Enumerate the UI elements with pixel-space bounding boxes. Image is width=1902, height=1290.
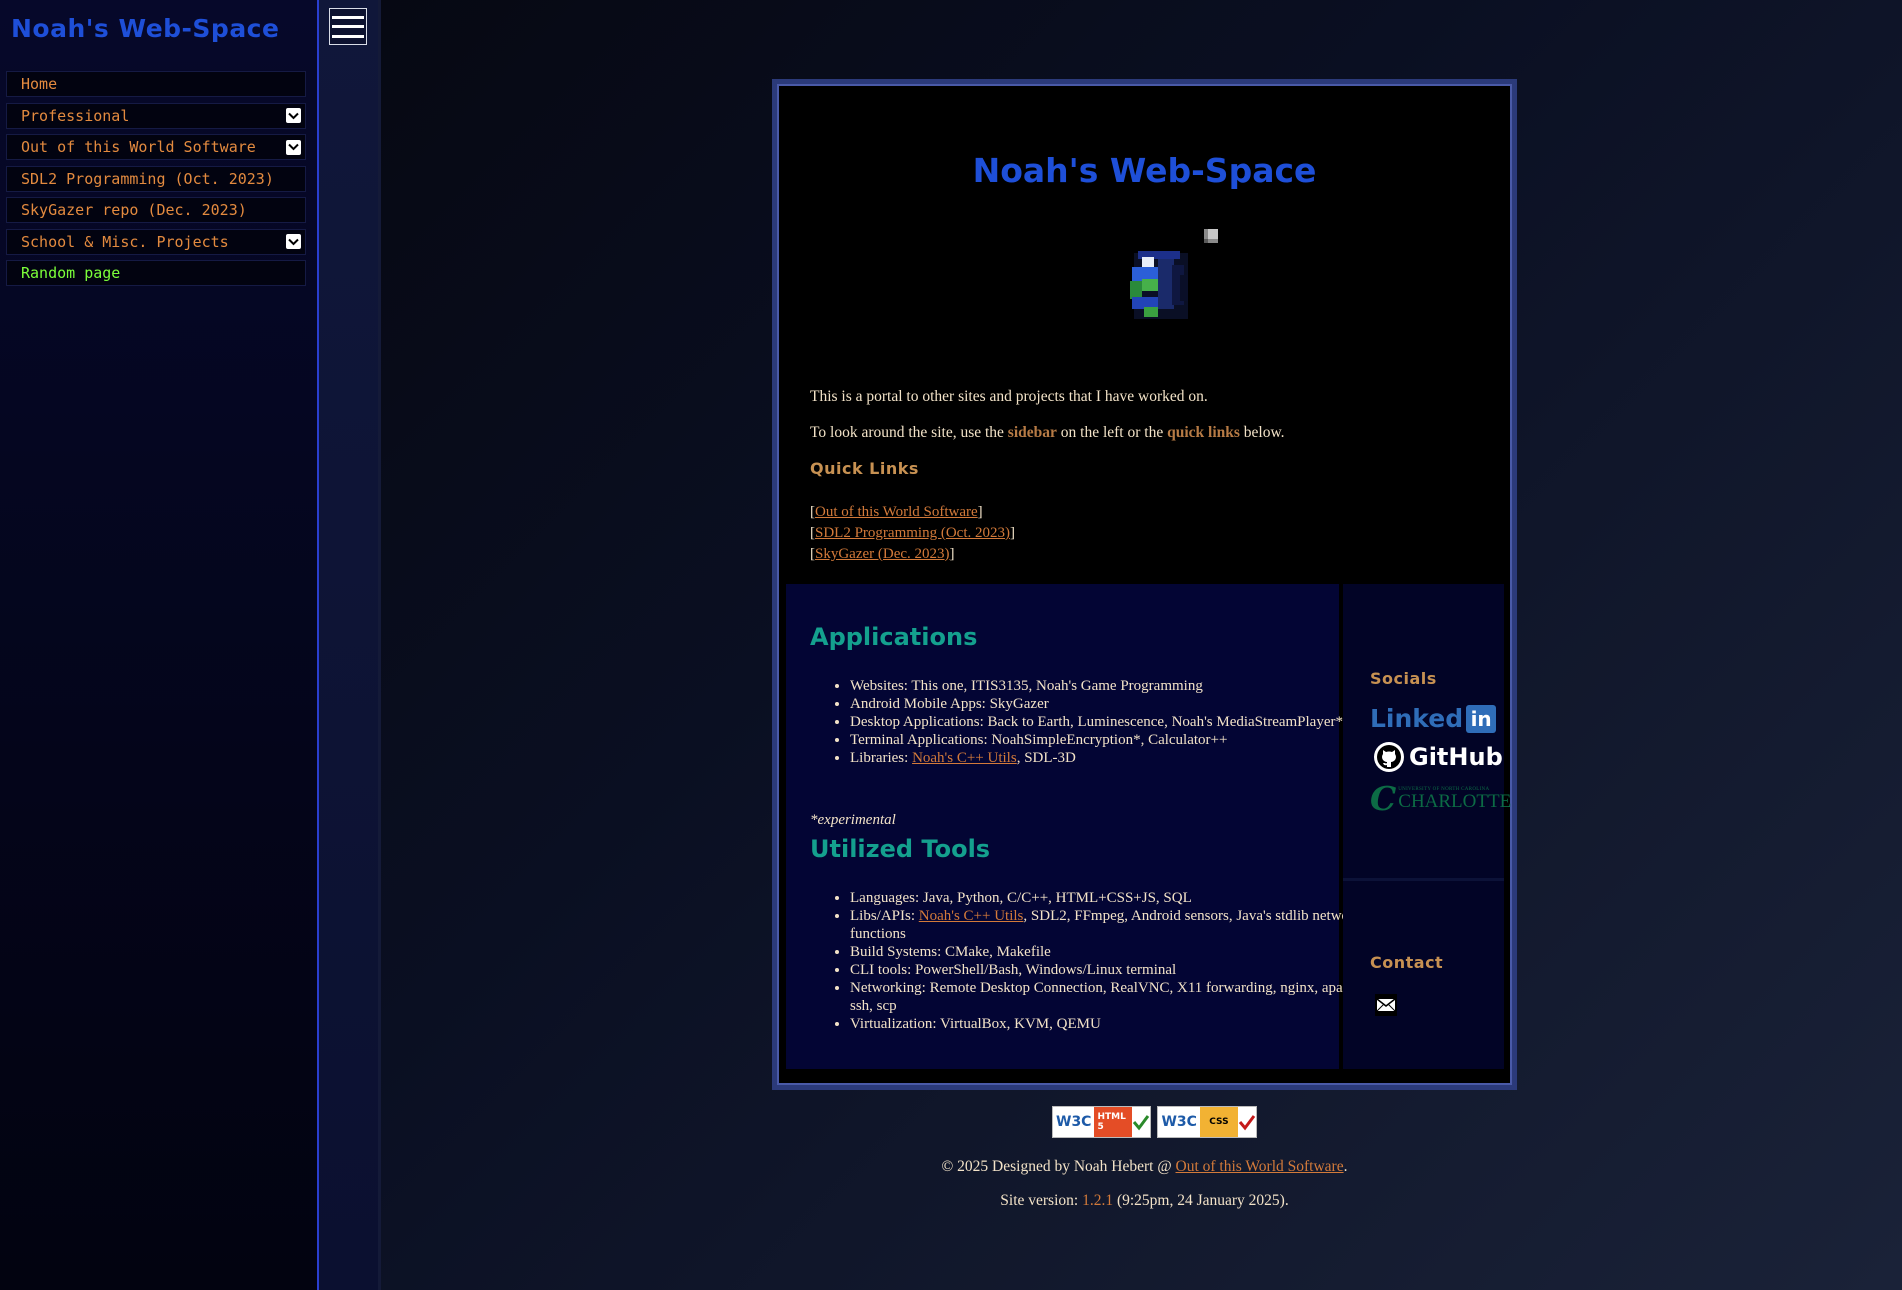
list-item: Terminal Applications: NoahSimpleEncrypt… bbox=[850, 731, 1370, 749]
html5-validator-badge[interactable]: W3C HTML 5 bbox=[1052, 1106, 1152, 1138]
tools-list: Languages: Java, Python, C/C++, HTML+CSS… bbox=[810, 889, 1370, 1033]
validation-badges: W3C HTML 5 W3C CSS bbox=[1052, 1106, 1257, 1138]
list-item: Virtualization: VirtualBox, KVM, QEMU bbox=[850, 1015, 1370, 1033]
tools-heading: Utilized Tools bbox=[810, 835, 991, 863]
divider bbox=[1343, 878, 1504, 881]
chevron-down-icon[interactable] bbox=[286, 108, 301, 123]
projects-panel: Applications Websites: This one, ITIS313… bbox=[786, 584, 1367, 1069]
socials-heading: Socials bbox=[1370, 669, 1437, 688]
quick-links-heading: Quick Links bbox=[810, 459, 919, 478]
page-title: Noah's Web-Space bbox=[972, 151, 1317, 190]
github-icon bbox=[1374, 742, 1404, 772]
site-version: Site version: 1.2.1 (9:25pm, 24 January … bbox=[1000, 1192, 1289, 1209]
quick-link-sdl2[interactable]: SDL2 Programming (Oct. 2023) bbox=[815, 525, 1010, 541]
intro-line-1: This is a portal to other sites and proj… bbox=[810, 388, 1208, 405]
sidebar-item-sdl2[interactable]: SDL2 Programming (Oct. 2023) bbox=[6, 165, 306, 192]
github-logo[interactable]: GitHub bbox=[1373, 741, 1503, 773]
sidebar-item-label: SDL2 Programming (Oct. 2023) bbox=[21, 169, 274, 188]
quick-link-skygazer[interactable]: SkyGazer (Dec. 2023) bbox=[815, 546, 950, 562]
cpp-utils-link[interactable]: Noah's C++ Utils bbox=[912, 750, 1017, 766]
copyright: © 2025 Designed by Noah Hebert @ Out of … bbox=[941, 1158, 1348, 1175]
sidebar-item-out-of-this-world[interactable]: Out of this World Software bbox=[6, 134, 306, 160]
list-item: Networking: Remote Desktop Connection, R… bbox=[850, 979, 1370, 1015]
sidebar-item-label: SkyGazer repo (Dec. 2023) bbox=[21, 201, 247, 219]
list-item: Websites: This one, ITIS3135, Noah's Gam… bbox=[850, 677, 1370, 695]
sidebar-item-label: Out of this World Software bbox=[21, 138, 256, 156]
quick-link-item: [SDL2 Programming (Oct. 2023)] bbox=[810, 525, 1015, 541]
list-item: Build Systems: CMake, Makefile bbox=[850, 943, 1370, 961]
quick-link-item: [SkyGazer (Dec. 2023)] bbox=[810, 546, 955, 562]
sidebar-item-professional[interactable]: Professional bbox=[6, 102, 306, 129]
list-item: Libraries: Noah's C++ Utils, SDL-3D bbox=[850, 749, 1370, 767]
list-item: Libs/APIs: Noah's C++ Utils, SDL2, FFmpe… bbox=[850, 907, 1370, 943]
sidebar-item-label: School & Misc. Projects bbox=[21, 232, 229, 251]
chevron-down-icon[interactable] bbox=[286, 139, 301, 155]
sidebar-item-label: Home bbox=[21, 75, 58, 93]
quick-links-highlight: quick links bbox=[1167, 424, 1240, 442]
sidebar-highlight: sidebar bbox=[1007, 424, 1057, 442]
quick-links-list: [Out of this World Software] [SDL2 Progr… bbox=[810, 502, 1015, 565]
sidebar: Noah's Web-Space Home Professional Out o… bbox=[0, 0, 319, 1290]
sidebar-item-label: Random page bbox=[21, 264, 121, 282]
sidebar-nav: Home Professional Out of this World Soft… bbox=[6, 71, 306, 292]
chevron-down-icon[interactable] bbox=[286, 234, 301, 249]
footer-link-out-of-this-world[interactable]: Out of this World Software bbox=[1176, 1158, 1344, 1175]
sidebar-item-school[interactable]: School & Misc. Projects bbox=[6, 228, 306, 255]
list-item: Desktop Applications: Back to Earth, Lum… bbox=[850, 713, 1370, 731]
intro-text: This is a portal to other sites and proj… bbox=[810, 387, 1490, 459]
list-item: Android Mobile Apps: SkyGazer bbox=[850, 695, 1370, 713]
applications-list: Websites: This one, ITIS3135, Noah's Gam… bbox=[810, 677, 1370, 767]
main-card-inner: Noah's Web-Space This is a portal to oth… bbox=[786, 93, 1511, 1076]
socials-panel: Socials Linked in GitHub C UNIVERSITY OF… bbox=[1343, 584, 1511, 1069]
quick-link-item: [Out of this World Software] bbox=[810, 504, 983, 520]
hamburger-icon[interactable] bbox=[329, 8, 367, 45]
quick-link-out-of-this-world[interactable]: Out of this World Software bbox=[815, 504, 978, 520]
globe-icon bbox=[1130, 229, 1218, 319]
site-title[interactable]: Noah's Web-Space bbox=[11, 14, 279, 43]
list-item: Languages: Java, Python, C/C++, HTML+CSS… bbox=[850, 889, 1370, 907]
css-validator-badge[interactable]: W3C CSS bbox=[1157, 1106, 1257, 1138]
list-item: CLI tools: PowerShell/Bash, Windows/Linu… bbox=[850, 961, 1370, 979]
checkmark-icon bbox=[1133, 1115, 1150, 1131]
mail-icon[interactable] bbox=[1375, 994, 1397, 1016]
linkedin-logo[interactable]: Linked in bbox=[1370, 704, 1497, 733]
sidebar-item-label: Professional bbox=[21, 106, 130, 125]
sidebar-item-random[interactable]: Random page bbox=[6, 260, 306, 286]
experimental-note: *experimental bbox=[810, 812, 896, 828]
checkmark-icon bbox=[1238, 1115, 1256, 1131]
applications-heading: Applications bbox=[810, 623, 978, 651]
version-number: 1.2.1 bbox=[1082, 1192, 1114, 1209]
cpp-utils-link[interactable]: Noah's C++ Utils bbox=[919, 908, 1024, 924]
sidebar-item-home[interactable]: Home bbox=[6, 71, 306, 97]
main-card: Noah's Web-Space This is a portal to oth… bbox=[772, 79, 1517, 1090]
contact-heading: Contact bbox=[1370, 953, 1444, 972]
intro-line-2: To look around the site, use the sidebar… bbox=[810, 424, 1285, 442]
unc-charlotte-logo[interactable]: C UNIVERSITY OF NORTH CAROLINA CHARLOTTE bbox=[1370, 782, 1511, 815]
menu-toggle-column bbox=[319, 0, 381, 1290]
sidebar-item-skygazer[interactable]: SkyGazer repo (Dec. 2023) bbox=[6, 197, 306, 223]
